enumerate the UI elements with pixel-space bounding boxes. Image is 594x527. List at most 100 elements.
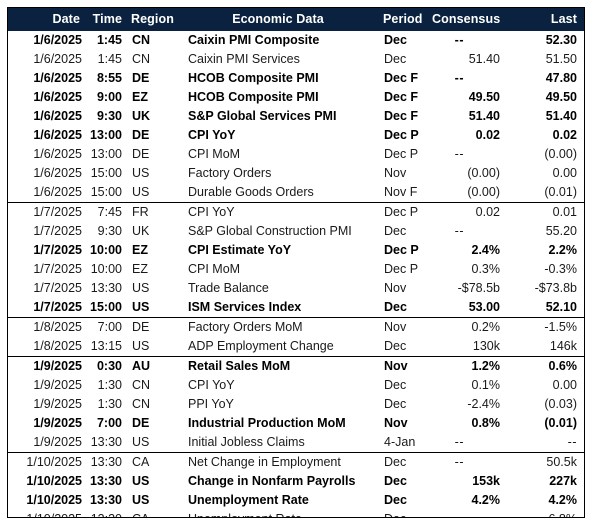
cell-period: Dec: [384, 493, 407, 507]
table-row[interactable]: 1/9/2025 1:30 CN PPI YoY Dec -2.4% (0.03): [8, 395, 584, 414]
column-header-period[interactable]: Period: [376, 8, 432, 31]
cell-consensus: 51.40: [468, 52, 500, 66]
table-row[interactable]: 1/8/2025 7:00 DE Factory Orders MoM Nov 0.2% -…: [8, 317, 584, 337]
table-row[interactable]: 1/9/2025 1:30 CN CPI YoY Dec 0.1% 0.00: [8, 376, 584, 395]
cell-date: 1/10/2025: [8, 510, 86, 517]
table-row[interactable]: 1/9/2025 0:30 AU Retail Sales MoM Nov 1.2% 0.6…: [8, 356, 584, 376]
cell-consensus: 153k: [472, 474, 500, 488]
cell-period: Nov: [384, 281, 407, 295]
cell-consensus: (0.00): [467, 166, 500, 180]
cell-date: 1/7/2025: [33, 281, 82, 295]
table-row[interactable]: 1/6/2025 15:00 US Factory Orders Nov (0.00) 0.…: [8, 164, 584, 183]
table-row[interactable]: 1/7/2025 10:00 EZ CPI Estimate YoY Dec P 2.4%…: [8, 241, 584, 260]
cell-last: (0.01): [544, 416, 577, 430]
table-row[interactable]: 1/10/2025 13:30 US Unemployment Rate Dec 4.2%…: [8, 491, 584, 510]
cell-last: 52.10: [545, 300, 577, 314]
cell-period: Dec F: [384, 71, 419, 85]
cell-date: 1/6/2025: [33, 33, 82, 47]
column-header-consensus[interactable]: Consensus: [432, 8, 512, 31]
table-row[interactable]: 1/8/2025 13:15 US ADP Employment Change Dec 1…: [8, 337, 584, 357]
cell-time: 15:00: [90, 300, 122, 314]
cell-consensus: 0.3%: [471, 262, 501, 276]
table-row[interactable]: 1/7/2025 10:00 EZ CPI MoM Dec P 0.3% -0.3%: [8, 260, 584, 279]
table-row[interactable]: 1/9/2025 13:30 US Initial Jobless Claims 4-J…: [8, 433, 584, 453]
cell-economic-data: S&P Global Construction PMI: [188, 224, 352, 238]
cell-time: 13:30: [86, 510, 130, 517]
cell-period: Dec: [384, 52, 407, 66]
cell-last: 0.00: [552, 378, 577, 392]
cell-time: 1:30: [97, 397, 122, 411]
column-header-time[interactable]: Time: [86, 8, 130, 31]
cell-date: 1/6/2025: [33, 185, 82, 199]
cell-region: CN: [132, 52, 151, 66]
column-header-date[interactable]: Date: [8, 8, 86, 31]
table-row[interactable]: 1/6/2025 8:55 DE HCOB Composite PMI Dec F -- 4…: [8, 69, 584, 88]
cell-economic-data: Trade Balance: [188, 281, 269, 295]
cell-period: Dec F: [384, 109, 419, 123]
column-header-economic-data[interactable]: Economic Data: [180, 8, 376, 31]
cell-time: 9:30: [97, 224, 122, 238]
cell-date: 1/6/2025: [33, 128, 82, 142]
cell-region: DE: [132, 128, 150, 142]
cell-period: Dec: [384, 474, 407, 488]
cell-region: CN: [132, 378, 151, 392]
table-row[interactable]: 1/7/2025 13:30 US Trade Balance Nov -$78.5b -$…: [8, 279, 584, 298]
cell-period: Dec: [376, 452, 432, 472]
table-row[interactable]: 1/10/2025 13:30 US Change in Nonfarm Payrol…: [8, 472, 584, 491]
cell-consensus: --: [454, 147, 464, 161]
cell-last: 227k: [549, 474, 577, 488]
table-row[interactable]: 1/6/2025 13:00 DE CPI MoM Dec P -- (0.00): [8, 145, 584, 164]
cell-region: CN: [132, 397, 151, 411]
table-row[interactable]: 1/6/2025 13:00 DE CPI YoY Dec P 0.02 0.02: [8, 126, 584, 145]
cell-time: 0:30: [86, 356, 130, 376]
table-row[interactable]: 1/7/2025 9:30 UK S&P Global Construction PM…: [8, 222, 584, 241]
table-row[interactable]: 1/10/2025 13:30 CA Net Change in Employment…: [8, 452, 584, 472]
cell-date: 1/6/2025: [33, 166, 82, 180]
column-header-last[interactable]: Last: [512, 8, 584, 31]
cell-economic-data: S&P Global Services PMI: [188, 109, 337, 123]
cell-last: 49.50: [545, 90, 577, 104]
cell-time: 13:00: [90, 147, 122, 161]
cell-economic-data: Caixin PMI Composite: [188, 33, 320, 47]
cell-economic-data: CPI MoM: [188, 262, 241, 276]
cell-date: 1/6/2025: [33, 52, 82, 66]
cell-period: Dec: [384, 300, 407, 314]
cell-consensus: --: [432, 510, 512, 517]
table-header: Date Time Region Economic Data Period Co…: [8, 8, 584, 31]
table-row[interactable]: 1/7/2025 7:45 FR CPI YoY Dec P 0.02 0.01: [8, 202, 584, 222]
cell-economic-data: Unemployment Rate: [180, 510, 376, 517]
cell-last: (0.01): [544, 185, 577, 199]
table-row[interactable]: 1/10/202513:30CAUnemployment RateDec--6.…: [8, 510, 584, 517]
cell-region: EZ: [132, 262, 148, 276]
table-row[interactable]: 1/6/2025 1:45 CN Caixin PMI Services Dec 51.4…: [8, 50, 584, 69]
cell-economic-data: ISM Services Index: [188, 300, 302, 314]
cell-consensus: 0.8%: [471, 416, 501, 430]
cell-period: Dec: [384, 33, 407, 47]
table-row[interactable]: 1/9/2025 7:00 DE Industrial Production MoM N…: [8, 414, 584, 433]
cell-period: Nov: [376, 356, 432, 376]
column-header-region[interactable]: Region: [130, 8, 180, 31]
cell-period: Dec: [384, 378, 407, 392]
table-row[interactable]: 1/6/2025 9:00 EZ HCOB Composite PMI Dec F 49.…: [8, 88, 584, 107]
cell-region: CA: [130, 452, 180, 472]
table-row[interactable]: 1/6/2025 9:30 UK S&P Global Services PMI Dec…: [8, 107, 584, 126]
cell-last: 0.6%: [512, 356, 584, 376]
cell-last: -$73.8b: [534, 281, 577, 295]
cell-time: 15:00: [90, 166, 122, 180]
cell-period: Nov: [384, 166, 407, 180]
cell-date: 1/9/2025: [8, 356, 86, 376]
cell-economic-data: Retail Sales MoM: [180, 356, 376, 376]
cell-time: 13:30: [86, 452, 130, 472]
cell-region: US: [132, 435, 150, 449]
cell-economic-data: PPI YoY: [188, 397, 234, 411]
cell-time: 13:30: [90, 493, 122, 507]
table-row[interactable]: 1/6/2025 15:00 US Durable Goods Orders Nov F…: [8, 183, 584, 203]
cell-date: 1/7/2025: [33, 243, 82, 257]
cell-date: 1/9/2025: [33, 435, 82, 449]
cell-last: --: [567, 435, 577, 449]
cell-date: 1/7/2025: [33, 224, 82, 238]
table-row[interactable]: 1/6/2025 1:45 CN Caixin PMI Composite Dec -- 5…: [8, 31, 584, 50]
cell-economic-data: CPI Estimate YoY: [188, 243, 292, 257]
cell-region: EZ: [132, 90, 148, 104]
table-row[interactable]: 1/7/2025 15:00 US ISM Services Index Dec 53.0…: [8, 298, 584, 318]
